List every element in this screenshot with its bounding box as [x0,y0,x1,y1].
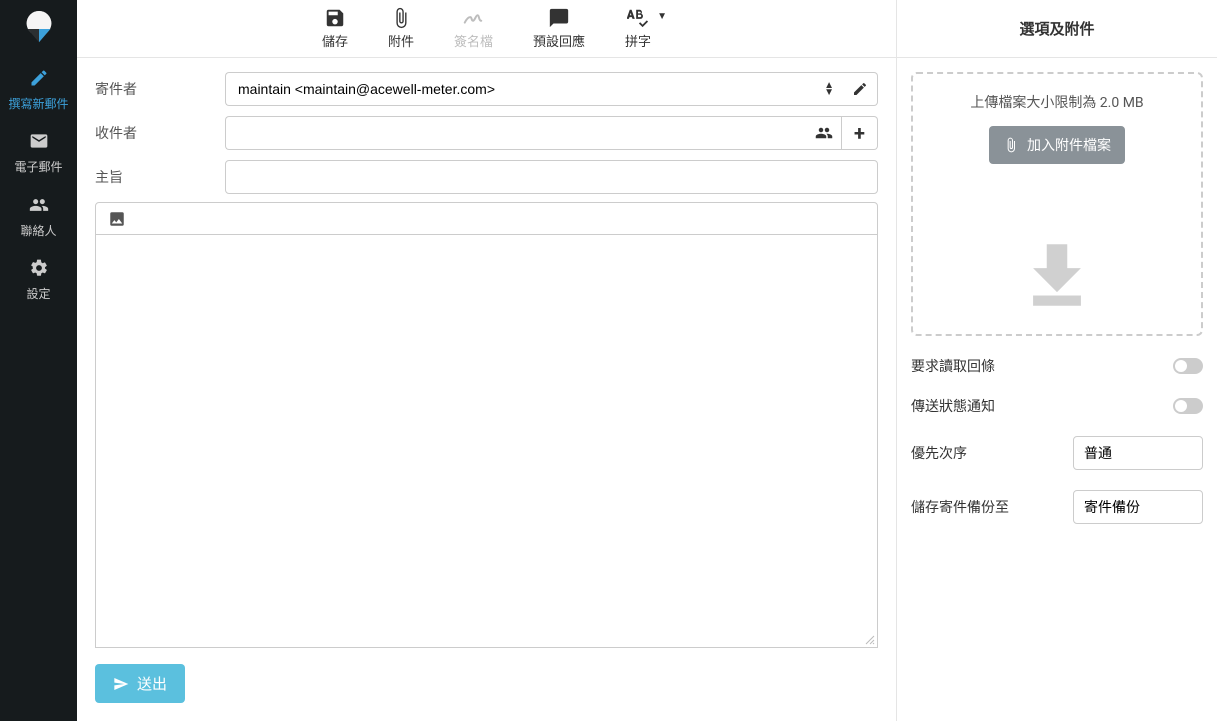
image-icon [108,210,126,228]
contacts-icon [2,195,75,220]
mail-icon [2,131,75,156]
to-label: 收件者 [95,123,215,143]
app-logo [0,0,77,58]
pencil-icon [852,81,868,97]
option-read-receipt: 要求讀取回條 [911,356,1203,376]
option-dsn: 傳送狀態通知 [911,396,1203,416]
sidebar-item-compose[interactable]: 撰寫新郵件 [0,58,77,121]
subject-input[interactable] [225,160,878,194]
sidebar-item-settings[interactable]: 設定 [0,248,77,311]
upload-hint: 上傳檔案大小限制為 2.0 MB [923,92,1191,112]
option-label: 傳送狀態通知 [911,396,995,416]
tool-label: 簽名檔 [454,31,493,50]
dropzone-icon [1016,234,1098,320]
responses-icon [548,7,570,29]
resize-icon [865,635,875,645]
options-list: 要求讀取回條 傳送狀態通知 優先次序 普通 儲存寄件備份至 [911,356,1203,524]
settings-icon [2,258,75,283]
right-panel-title: 選項及附件 [897,0,1217,58]
sidebar-item-label: 聯絡人 [2,224,75,238]
to-row: 收件者 + [95,116,878,150]
options-attachments-panel: 選項及附件 上傳檔案大小限制為 2.0 MB 加入附件檔案 要求讀取回條 傳送 [897,0,1217,721]
option-priority: 優先次序 普通 [911,436,1203,470]
attach-button[interactable]: 附件 [382,5,420,52]
save-copy-select[interactable]: 寄件備份 [1073,490,1203,524]
attach-button-label: 加入附件檔案 [1027,135,1111,155]
resize-handle[interactable] [96,633,877,647]
sidebar-item-label: 設定 [2,287,75,301]
tool-label: 儲存 [322,31,348,50]
compose-panel: 儲存 附件 簽名檔 預設回應 拼字 ▼ 寄件者 [77,0,897,721]
add-recipient-button[interactable]: + [842,116,878,150]
compose-actions: 送出 [77,648,896,721]
subject-label: 主旨 [95,167,215,187]
message-editor [95,202,878,648]
compose-icon [2,68,75,93]
add-attachment-button[interactable]: 加入附件檔案 [989,126,1125,164]
spellcheck-button[interactable]: 拼字 ▼ [619,5,657,52]
send-label: 送出 [137,673,167,694]
compose-form: 寄件者 maintain <maintain@acewell-meter.com… [77,58,896,194]
contacts-icon [815,124,833,142]
option-label: 優先次序 [911,443,967,463]
read-receipt-toggle[interactable] [1173,358,1203,374]
logo-icon [20,10,58,48]
signature-icon [462,7,484,29]
subject-row: 主旨 [95,160,878,194]
tool-label: 預設回應 [533,31,585,50]
from-row: 寄件者 maintain <maintain@acewell-meter.com… [95,72,878,106]
sidebar-item-mail[interactable]: 電子郵件 [0,121,77,184]
sidebar-item-contacts[interactable]: 聯絡人 [0,185,77,248]
save-button[interactable]: 儲存 [316,5,354,52]
message-body[interactable] [96,235,877,633]
paperclip-icon [1003,137,1019,153]
paperclip-icon [390,7,412,29]
sidebar: 撰寫新郵件 電子郵件 聯絡人 設定 [0,0,77,721]
insert-image-button[interactable] [106,208,128,230]
to-input[interactable] [225,116,806,150]
plus-icon: + [854,123,865,143]
send-button[interactable]: 送出 [95,664,185,703]
attachment-dropzone[interactable]: 上傳檔案大小限制為 2.0 MB 加入附件檔案 [911,72,1203,336]
option-label: 儲存寄件備份至 [911,497,1009,517]
save-icon [324,7,346,29]
dsn-toggle[interactable] [1173,398,1203,414]
add-contact-button[interactable] [806,116,842,150]
option-label: 要求讀取回條 [911,356,995,376]
tool-label: 附件 [388,31,414,50]
priority-select[interactable]: 普通 [1073,436,1203,470]
option-save-copy: 儲存寄件備份至 寄件備份 [911,490,1203,524]
spellcheck-icon [627,7,649,29]
sidebar-item-label: 撰寫新郵件 [2,97,75,111]
from-select[interactable]: maintain <maintain@acewell-meter.com> [225,72,842,106]
responses-button[interactable]: 預設回應 [527,5,591,52]
send-icon [113,676,129,692]
compose-toolbar: 儲存 附件 簽名檔 預設回應 拼字 ▼ [77,0,896,58]
tool-label: 拼字 [625,31,651,50]
sidebar-item-label: 電子郵件 [2,160,75,174]
chevron-down-icon: ▼ [657,11,667,22]
signature-button[interactable]: 簽名檔 [448,5,499,52]
editor-toolbar [96,203,877,235]
from-label: 寄件者 [95,79,215,99]
download-icon [1016,234,1098,316]
edit-identities-button[interactable] [842,72,878,106]
